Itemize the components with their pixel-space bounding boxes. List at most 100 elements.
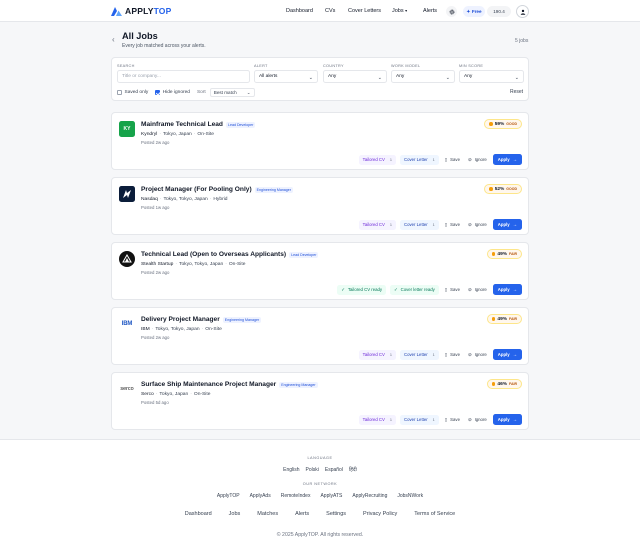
apply-button[interactable]: Apply → [492,219,522,230]
settings-button[interactable] [446,6,457,17]
brand-left: APPLY [125,6,154,16]
save-button[interactable]: ▯ Save [443,415,462,425]
job-card[interactable]: Technical Lead (Open to Overseas Applica… [111,242,529,300]
tailored-cv-ready-label: Tailored CV ready [347,287,383,292]
ignore-button[interactable]: ⊘ Ignore [466,350,489,360]
cover-letter-ready-button[interactable]: ✓ Cover letter ready [390,284,439,295]
back-chevron-icon[interactable]: ‹ [112,35,115,44]
ignore-button[interactable]: ⊘ Ignore [466,285,489,295]
network-link[interactable]: ApplyRecruiting [352,493,387,499]
job-count: 5 jobs [515,37,529,44]
language-option[interactable]: Polski [306,467,319,473]
save-button[interactable]: ▯ Save [443,155,462,165]
nav-cover-letters[interactable]: Cover Letters [348,8,381,14]
footer-link-alerts[interactable]: Alerts [295,511,309,517]
job-card[interactable]: KY Mainframe Technical Lead Lead Develope… [111,112,529,170]
ignore-label: Ignore [474,157,487,162]
job-title[interactable]: Technical Lead (Open to Overseas Applica… [141,251,286,258]
nav-cvs[interactable]: CVs [325,8,335,14]
sort-value: Best match [213,90,237,95]
job-actions: Tailored CV 1 Cover Letter 1 ▯ Save ⊘ Ignore… [358,154,522,165]
save-label: Save [450,157,460,162]
page-subtitle: Every job matched across your alerts. [122,42,206,49]
sort-select[interactable]: Best match ⌄ [209,88,255,97]
stealth-logo-icon [122,254,132,263]
saved-only-checkbox[interactable] [117,90,122,95]
copyright: © 2025 ApplyTOP. All rights reserved. [276,532,364,538]
work-model: On-Site [205,326,222,332]
apply-button[interactable]: Apply → [492,414,522,425]
job-card[interactable]: Project Manager (For Pooling Only) Engine… [111,177,529,235]
job-title[interactable]: Surface Ship Maintenance Project Manager [141,381,276,388]
logo[interactable]: APPLYTOP [111,6,171,16]
language-option[interactable]: English [283,467,299,473]
arrow-right-icon: → [512,352,517,357]
cover-letter-button[interactable]: Cover Letter 1 [400,219,439,230]
ignore-button[interactable]: ⊘ Ignore [466,155,489,165]
user-menu-button[interactable] [516,5,529,18]
cover-letter-button[interactable]: Cover Letter 1 [400,414,439,425]
apply-label: Apply [497,287,510,292]
tailored-cv-ready-button[interactable]: ✓ Tailored CV ready [337,284,387,295]
page-title: All Jobs [122,31,158,41]
tailored-cv-button[interactable]: Tailored CV 1 [358,219,397,230]
search-input[interactable]: Title or company... [117,70,250,83]
posted-time: Posted 5d ago [141,399,169,405]
nav-alerts[interactable]: Alerts [423,8,437,14]
tailored-cv-button[interactable]: Tailored CV 1 [358,349,397,360]
job-title[interactable]: Project Manager (For Pooling Only) [141,186,252,193]
min-score-select[interactable]: Any ⌄ [459,70,524,83]
ignore-button[interactable]: ⊘ Ignore [466,220,489,230]
credits-badge[interactable]: 190.4 [487,6,511,17]
match-score: 52% [494,186,505,192]
posted-time: Posted 1w ago [141,204,170,210]
network-link[interactable]: ApplyATS [320,493,342,499]
apply-button[interactable]: Apply → [492,284,522,295]
footer-link-dashboard[interactable]: Dashboard [185,511,212,517]
company-name: Stealth Startup [141,261,174,267]
language-option[interactable]: हिंदी [349,467,357,473]
job-actions: Tailored CV 1 Cover Letter 1 ▯ Save ⊘ Ignore… [358,219,522,230]
save-button[interactable]: ▯ Save [443,350,462,360]
hide-ignored-checkbox[interactable] [155,90,161,95]
job-meta: Kyndryl · Tokyo, Japan · On-Site [141,131,215,137]
job-card[interactable]: serco Surface Ship Maintenance Project M… [111,372,529,430]
job-actions: ✓ Tailored CV ready ✓ Cover letter ready ▯… [337,284,522,295]
cover-letter-button[interactable]: Cover Letter 1 [400,349,439,360]
nav-jobs[interactable]: Jobs ▾ [392,8,407,14]
footer-link-jobs[interactable]: Jobs [229,511,241,517]
network-link[interactable]: JobsNWork [397,493,423,499]
job-title[interactable]: Mainframe Technical Lead [141,121,223,128]
match-grade: FAIR [509,317,517,321]
network-link[interactable]: ApplyAds [250,493,271,499]
tailored-cv-button[interactable]: Tailored CV 1 [358,154,397,165]
nav-dashboard[interactable]: Dashboard [286,8,313,14]
cover-letter-button[interactable]: Cover Letter 1 [400,154,439,165]
footer-link-terms[interactable]: Terms of Service [414,511,455,517]
chevron-down-icon: ⌄ [308,74,313,81]
apply-button[interactable]: Apply → [492,349,522,360]
footer-link-matches[interactable]: Matches [257,511,278,517]
language-option[interactable]: Español [325,467,343,473]
ignore-button[interactable]: ⊘ Ignore [466,415,489,425]
apply-label: Apply [497,352,510,357]
country-select[interactable]: Any ⌄ [323,70,387,83]
save-button[interactable]: ▯ Save [443,220,462,230]
footer-link-privacy[interactable]: Privacy Policy [363,511,397,517]
footer-link-settings[interactable]: Settings [326,511,346,517]
plan-badge[interactable]: ✦ Free [463,6,485,17]
tailored-cv-button[interactable]: Tailored CV 1 [358,414,397,425]
reset-button[interactable]: Reset [510,89,523,95]
network-link[interactable]: RemoteIndex [281,493,311,499]
alert-select[interactable]: All alerts ⌄ [254,70,318,83]
save-button[interactable]: ▯ Save [443,285,462,295]
job-location: Tokyo, Tokyo, Japan [179,261,224,267]
sort-label: Sort [196,90,206,95]
network-link[interactable]: ApplyTOP [217,493,240,499]
job-card[interactable]: IBM Delivery Project Manager Engineering … [111,307,529,365]
work-model-select[interactable]: Any ⌄ [391,70,455,83]
apply-button[interactable]: Apply → [492,154,522,165]
job-title[interactable]: Delivery Project Manager [141,316,220,323]
chevron-down-icon: ▾ [405,8,408,13]
brand-right: TOP [153,6,172,16]
